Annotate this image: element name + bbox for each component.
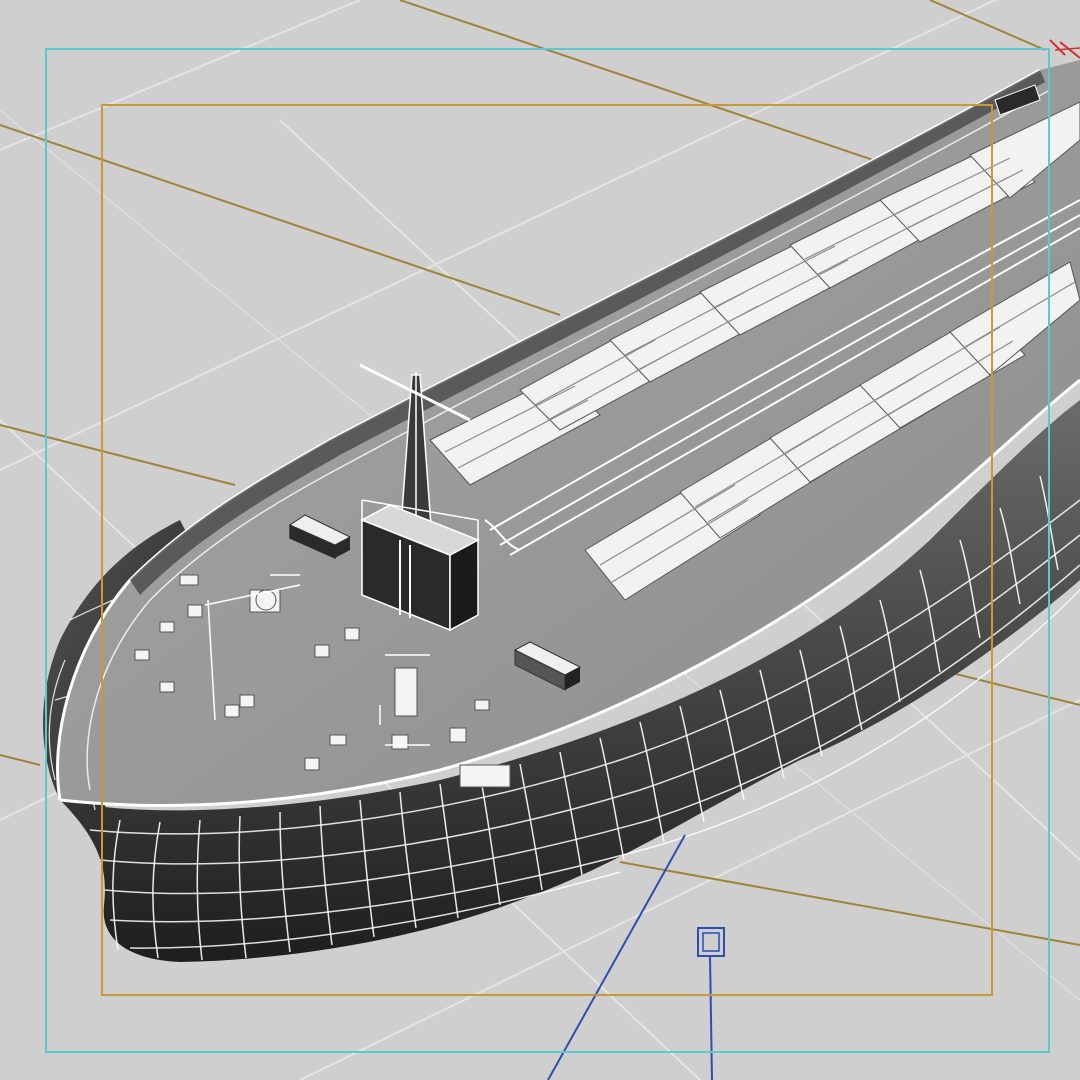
viewport-scene[interactable] bbox=[0, 0, 1080, 1080]
camera-icon[interactable] bbox=[1049, 39, 1080, 59]
3d-viewport[interactable] bbox=[0, 0, 1080, 1080]
camera-target-icon[interactable] bbox=[697, 927, 725, 957]
ship-deck[interactable] bbox=[56, 60, 1080, 807]
